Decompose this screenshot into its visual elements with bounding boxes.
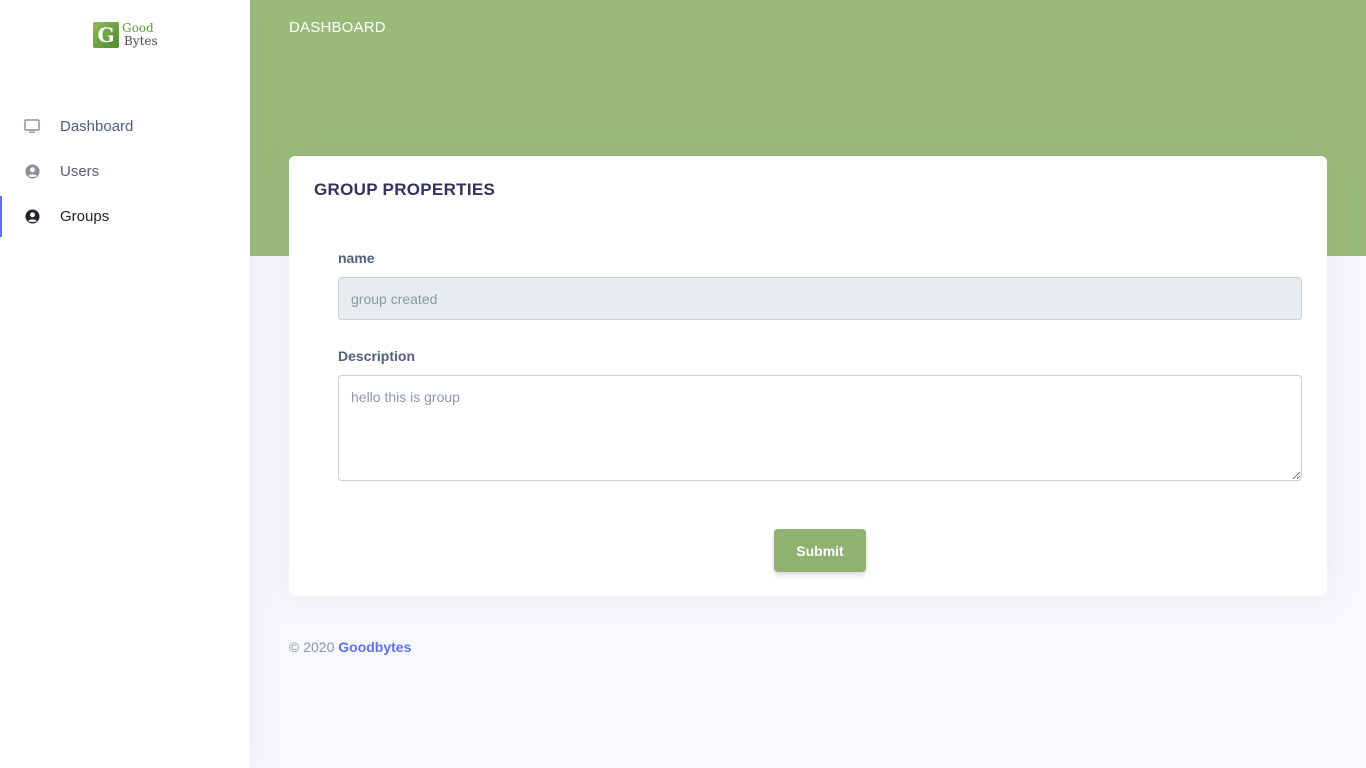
name-input[interactable] (338, 277, 1302, 320)
logo-text-line2: Bytes (124, 34, 158, 48)
footer-copyright: © 2020 (289, 639, 335, 655)
description-label: Description (338, 348, 416, 364)
card-title: GROUP PROPERTIES (314, 180, 496, 199)
sidebar: G Good Bytes Dashboard Users Groups (0, 0, 250, 768)
sidebar-item-users[interactable]: Users (0, 149, 250, 194)
submit-button[interactable]: Submit (774, 529, 866, 572)
group-properties-card: GROUP PROPERTIES name Description Submit (289, 156, 1327, 596)
logo-text: Good Bytes (122, 22, 158, 48)
sidebar-item-label: Dashboard (60, 118, 134, 135)
footer: © 2020 Goodbytes (289, 639, 411, 655)
sidebar-item-label: Groups (60, 208, 110, 225)
description-textarea[interactable] (338, 375, 1302, 481)
user-circle-icon (24, 209, 40, 225)
sidebar-item-dashboard[interactable]: Dashboard (0, 104, 250, 149)
sidebar-item-label: Users (60, 163, 100, 180)
sidebar-item-groups[interactable]: Groups (0, 194, 250, 239)
footer-link-goodbytes[interactable]: Goodbytes (338, 639, 411, 655)
goodbytes-logo[interactable]: G Good Bytes (93, 22, 158, 48)
page-title[interactable]: DASHBOARD (289, 19, 386, 36)
user-circle-icon (24, 164, 40, 180)
name-label: name (338, 250, 375, 266)
logo-mark: G (93, 22, 119, 48)
sidebar-nav: Dashboard Users Groups (0, 104, 250, 239)
monitor-icon (24, 119, 40, 135)
